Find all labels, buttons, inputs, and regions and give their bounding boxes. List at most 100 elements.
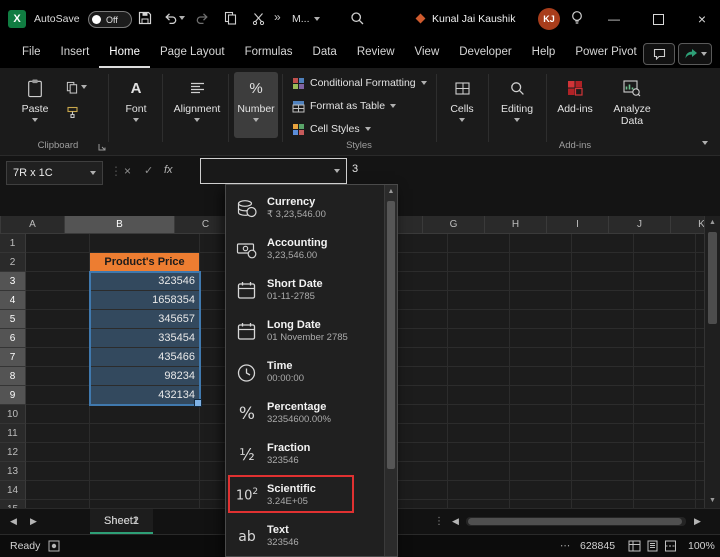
cell-G9[interactable] (448, 386, 510, 405)
cell-G2[interactable] (448, 253, 510, 272)
column-header-J[interactable]: J (609, 216, 671, 234)
horizontal-scrollbar[interactable] (466, 517, 686, 526)
cell-J5[interactable] (634, 310, 696, 329)
menu-scrollbar[interactable]: ▲ (384, 185, 397, 556)
cell-H4[interactable] (510, 291, 572, 310)
cell-J3[interactable] (634, 272, 696, 291)
cell-K5[interactable] (696, 310, 704, 329)
conditional-formatting-button[interactable]: Conditional Formatting (288, 72, 427, 94)
format-painter-button[interactable] (66, 103, 87, 121)
minimize-button[interactable]: — (598, 0, 630, 38)
cell-H6[interactable] (510, 329, 572, 348)
save-button[interactable] (138, 11, 152, 25)
cell-G12[interactable] (448, 443, 510, 462)
cell-B4[interactable]: 1658354 (90, 291, 200, 310)
cell-I6[interactable] (572, 329, 634, 348)
cell-J8[interactable] (634, 367, 696, 386)
scroll-down-icon[interactable]: ▼ (705, 494, 720, 508)
cell-J14[interactable] (634, 481, 696, 500)
cell-K2[interactable] (696, 253, 704, 272)
page-break-view-button[interactable] (664, 540, 677, 552)
cell-A8[interactable] (26, 367, 90, 386)
cell-B1[interactable] (90, 234, 200, 253)
cell-K7[interactable] (696, 348, 704, 367)
select-all-corner[interactable] (0, 216, 1, 234)
cell-B12[interactable] (90, 443, 200, 462)
column-header-B[interactable]: B (65, 216, 175, 234)
menu-scroll-thumb[interactable] (387, 201, 395, 469)
cell-I5[interactable] (572, 310, 634, 329)
cell-G13[interactable] (448, 462, 510, 481)
menu-item-long-date[interactable]: Long Date01 November 2785 (226, 311, 385, 352)
cell-H5[interactable] (510, 310, 572, 329)
column-header-K[interactable]: K (671, 216, 704, 234)
tab-help[interactable]: Help (522, 38, 566, 68)
column-header-A[interactable]: A (1, 216, 65, 234)
undo-dropdown-icon[interactable] (179, 16, 185, 20)
cell-A2[interactable] (26, 253, 90, 272)
share-button[interactable] (678, 43, 712, 65)
tab-home[interactable]: Home (99, 38, 150, 68)
formula-bar-value[interactable]: 3 (352, 163, 358, 175)
cell-K10[interactable] (696, 405, 704, 424)
hscroll-right-icon[interactable]: ▶ (694, 509, 701, 534)
cell-J4[interactable] (634, 291, 696, 310)
cell-I9[interactable] (572, 386, 634, 405)
row-header-10[interactable]: 10 (0, 405, 26, 424)
cell-A10[interactable] (26, 405, 90, 424)
row-header-7[interactable]: 7 (0, 348, 26, 367)
cell-K8[interactable] (696, 367, 704, 386)
menu-item-time[interactable]: Time00:00:00 (226, 352, 385, 393)
cell-B10[interactable] (90, 405, 200, 424)
row-header-3[interactable]: 3 (0, 272, 26, 291)
tab-power-pivot[interactable]: Power Pivot (565, 38, 646, 68)
ribbon-collapse-icon[interactable] (702, 141, 708, 145)
menu-item-text[interactable]: abText323546 (226, 516, 385, 557)
cell-G10[interactable] (448, 405, 510, 424)
row-header-5[interactable]: 5 (0, 310, 26, 329)
row-header-8[interactable]: 8 (0, 367, 26, 386)
cell-H8[interactable] (510, 367, 572, 386)
tab-file[interactable]: File (12, 38, 51, 68)
cell-A3[interactable] (26, 272, 90, 291)
cell-H2[interactable] (510, 253, 572, 272)
format-as-table-button[interactable]: Format as Table (288, 95, 396, 117)
normal-view-button[interactable] (628, 540, 641, 552)
status-overflow-icon[interactable]: ⋯ (560, 535, 571, 557)
cell-H9[interactable] (510, 386, 572, 405)
cell-K14[interactable] (696, 481, 704, 500)
cell-K3[interactable] (696, 272, 704, 291)
redo-button[interactable] (196, 12, 209, 24)
cell-A7[interactable] (26, 348, 90, 367)
cell-B9[interactable]: 432134 (90, 386, 200, 405)
cell-J15[interactable] (634, 500, 696, 508)
cell-A14[interactable] (26, 481, 90, 500)
cell-K9[interactable] (696, 386, 704, 405)
cell-B8[interactable]: 98234 (90, 367, 200, 386)
cell-I7[interactable] (572, 348, 634, 367)
editing-group-button[interactable]: Editing (494, 72, 540, 138)
scroll-up-icon[interactable]: ▲ (705, 216, 720, 230)
cell-G7[interactable] (448, 348, 510, 367)
cell-J1[interactable] (634, 234, 696, 253)
copy-small-button[interactable] (66, 78, 87, 96)
cell-I2[interactable] (572, 253, 634, 272)
cell-H12[interactable] (510, 443, 572, 462)
cell-A15[interactable] (26, 500, 90, 508)
row-header-15[interactable]: 15 (0, 500, 26, 508)
sheet-prev-icon[interactable]: ◀ (10, 509, 17, 534)
cell-K6[interactable] (696, 329, 704, 348)
confirm-entry-button[interactable]: ✓ (144, 164, 153, 177)
cell-K11[interactable] (696, 424, 704, 443)
cell-H7[interactable] (510, 348, 572, 367)
cell-B6[interactable]: 335454 (90, 329, 200, 348)
menu-item-currency[interactable]: Currency₹ 3,23,546.00 (226, 188, 385, 229)
cell-H13[interactable] (510, 462, 572, 481)
row-header-9[interactable]: 9 (0, 386, 26, 405)
macro-record-button[interactable] (48, 540, 60, 552)
cell-G3[interactable] (448, 272, 510, 291)
cell-H15[interactable] (510, 500, 572, 508)
cell-J10[interactable] (634, 405, 696, 424)
tab-insert[interactable]: Insert (51, 38, 100, 68)
horizontal-scroll-thumb[interactable] (468, 518, 682, 525)
